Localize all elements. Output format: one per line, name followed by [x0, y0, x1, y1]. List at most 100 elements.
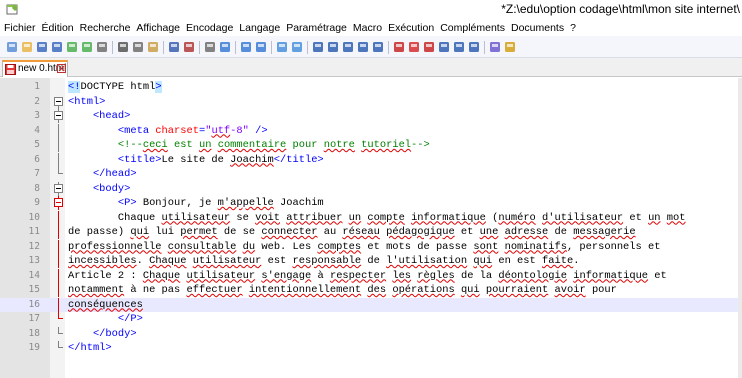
replace-icon[interactable]: [219, 41, 231, 53]
print-icon[interactable]: [96, 41, 108, 53]
code-token: mot: [666, 211, 686, 224]
code-text: <body>: [68, 182, 130, 196]
fold-marker: [54, 239, 63, 254]
menu-item-11[interactable]: ?: [570, 22, 576, 34]
record-macro-icon[interactable]: [408, 41, 420, 53]
line-number: 18: [28, 327, 40, 339]
menu-item-5[interactable]: Langage: [239, 22, 280, 34]
menu-item-9[interactable]: Compléments: [440, 22, 505, 34]
code-token: </P>: [68, 313, 143, 325]
fold-marker[interactable]: [54, 95, 63, 109]
menu-item-7[interactable]: Macro: [353, 22, 382, 34]
fold-marker[interactable]: [54, 181, 63, 196]
stop-record-icon[interactable]: [423, 41, 435, 53]
code-token: informatique: [573, 269, 649, 282]
line-number: 15: [28, 284, 40, 295]
code-text: notamment à ne pas effectuer intentionne…: [68, 283, 617, 297]
toolbar-separator: [307, 41, 308, 54]
code-token: ceci: [142, 139, 168, 151]
copy-icon[interactable]: [132, 41, 144, 53]
undo-icon[interactable]: [168, 41, 180, 53]
play-macro-icon[interactable]: [438, 41, 450, 53]
code-token: déontologie: [498, 269, 567, 282]
find-icon[interactable]: [204, 41, 216, 53]
code-text: incessibles. Chaque utilisateur est resp…: [68, 254, 579, 268]
code-token: de se: [217, 226, 262, 238]
paste-icon[interactable]: [147, 41, 159, 53]
code-token: règles: [417, 269, 455, 282]
code-token: .: [573, 255, 580, 267]
close-all-icon[interactable]: [81, 41, 93, 53]
line-number: 3: [34, 110, 40, 121]
new-file-icon[interactable]: [6, 41, 18, 53]
code-token: <html>: [68, 95, 106, 108]
menu-item-8[interactable]: Exécution: [388, 22, 434, 34]
code-line[interactable]: 13 incessibles. Chaque utilisateur est re…: [0, 254, 742, 268]
code-editor[interactable]: 1 <!DOCTYPE html> 2 <html> 3 <head> 4 <meta c…: [0, 78, 742, 378]
code-token: qui: [130, 226, 150, 238]
function-list-icon[interactable]: [372, 41, 384, 53]
code-token: un: [648, 211, 661, 224]
code-line[interactable]: 5 <!--ceci est un commentaire pour notre…: [0, 138, 742, 152]
menu-item-4[interactable]: Encodage: [186, 22, 233, 34]
code-line[interactable]: 17 </P>: [0, 312, 742, 326]
code-line[interactable]: 4 <meta charset="utf-8" />: [0, 123, 742, 138]
code-line[interactable]: 14 Article 2 : Chaque utilisateur s'engag…: [0, 268, 742, 283]
code-line[interactable]: 3 <head>: [0, 109, 742, 123]
code-line[interactable]: 10 Chaque utilisateur se voit attribuer …: [0, 210, 742, 225]
doc-map-icon[interactable]: [357, 41, 369, 53]
menu-item-2[interactable]: Recherche: [80, 22, 131, 34]
word-wrap-icon[interactable]: [312, 41, 324, 53]
menu-item-1[interactable]: Édition: [42, 22, 74, 34]
tab-new-0-html[interactable]: new 0.html: [2, 60, 68, 77]
run-macro-multiple-icon[interactable]: [453, 41, 465, 53]
vertical-scrollbar[interactable]: [738, 78, 742, 378]
indent-guide-icon[interactable]: [342, 41, 354, 53]
code-line[interactable]: 12 professionnelle consultable du web. Le…: [0, 239, 742, 254]
code-token: Chaque: [142, 269, 181, 282]
line-number: 7: [34, 168, 40, 179]
zoom-in-icon[interactable]: [240, 41, 252, 53]
code-line[interactable]: 16 conséquences: [0, 297, 742, 312]
code-token: Le site de: [161, 153, 231, 166]
save-all-icon[interactable]: [51, 41, 63, 53]
menu-item-6[interactable]: Paramétrage: [286, 22, 347, 34]
code-line[interactable]: 18 </body>: [0, 326, 742, 341]
sync-vertical-icon[interactable]: [276, 41, 288, 53]
code-line[interactable]: 7 </head>: [0, 167, 742, 181]
redo-icon[interactable]: [183, 41, 195, 53]
folder-workspace-icon[interactable]: [393, 41, 405, 53]
cut-icon[interactable]: [117, 41, 129, 53]
code-line[interactable]: 1 <!DOCTYPE html>: [0, 80, 742, 94]
close-icon[interactable]: [66, 41, 78, 53]
toolbar-separator: [271, 41, 272, 54]
close-tab-icon[interactable]: [57, 64, 66, 73]
code-token: Article 2 :: [68, 269, 143, 282]
fold-marker: [54, 225, 63, 239]
menu-item-10[interactable]: Documents: [511, 22, 564, 34]
line-number: 10: [28, 211, 40, 223]
sync-horizontal-icon[interactable]: [291, 41, 303, 53]
code-line[interactable]: 8 <body>: [0, 181, 742, 196]
spell-check-dialog-icon[interactable]: [504, 41, 516, 53]
code-token: avoir: [554, 284, 586, 296]
code-line[interactable]: 19 </html>: [0, 341, 742, 355]
code-token: adresse: [504, 226, 549, 238]
save-macro-icon[interactable]: [468, 41, 480, 53]
open-file-icon[interactable]: [21, 41, 33, 53]
zoom-out-icon[interactable]: [255, 41, 267, 53]
code-token: faite: [542, 255, 574, 267]
menu-item-0[interactable]: Fichier: [4, 22, 36, 34]
code-line[interactable]: 6 <title>Le site de Joachim</title>: [0, 152, 742, 167]
show-all-chars-icon[interactable]: [327, 41, 339, 53]
fold-marker[interactable]: [54, 196, 63, 210]
spell-check-icon[interactable]: [489, 41, 501, 53]
code-line[interactable]: 11 de passe) qui lui permet de se connect…: [0, 225, 742, 239]
code-line[interactable]: 9 <P> Bonjour, je m'appelle Joachim: [0, 196, 742, 210]
code-token: responsable: [292, 255, 362, 267]
save-icon[interactable]: [36, 41, 48, 53]
menu-item-3[interactable]: Affichage: [136, 22, 180, 34]
fold-marker[interactable]: [54, 109, 63, 123]
code-line[interactable]: 2 <html>: [0, 95, 742, 109]
code-line[interactable]: 15 notamment à ne pas effectuer intention…: [0, 283, 742, 297]
